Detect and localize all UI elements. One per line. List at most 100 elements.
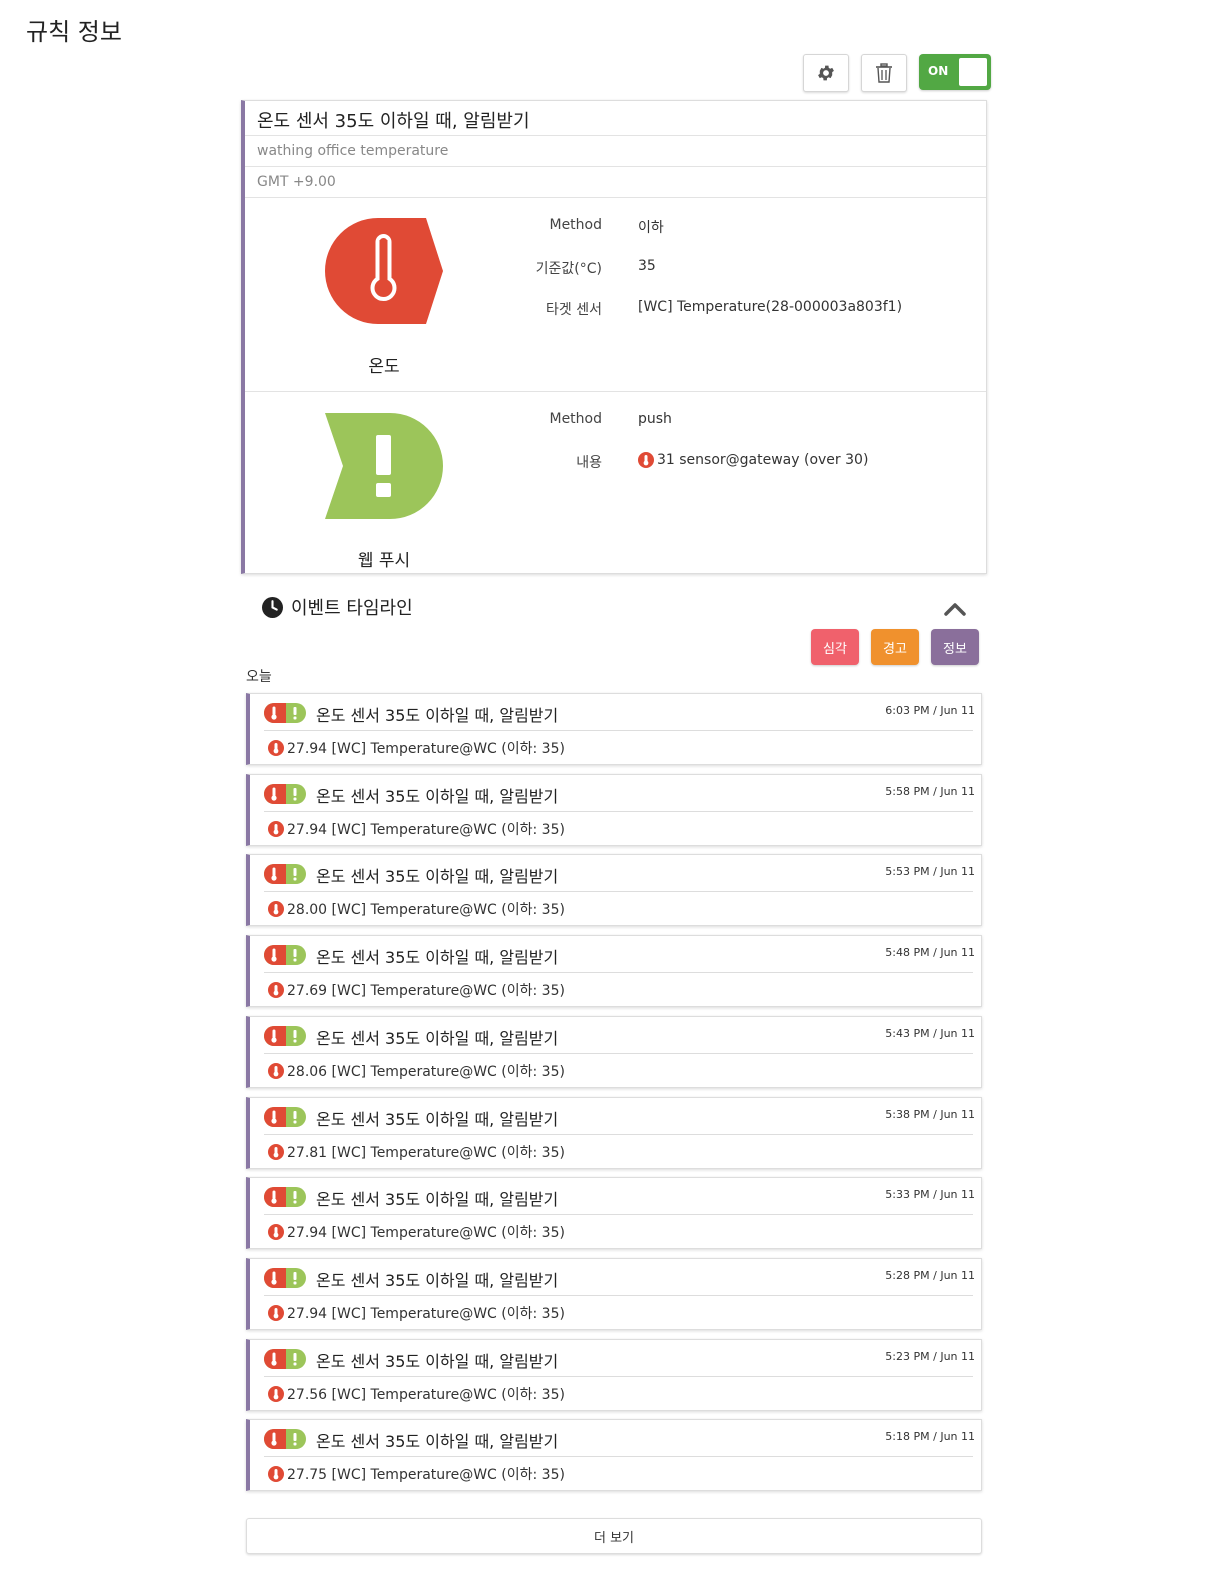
event-card[interactable]: 온도 센서 35도 이하일 때, 알림받기 5:58 PM / Jun 11 27.… <box>246 773 982 846</box>
condition-section: 온도 Method 이하 기준값(°C) 35 타겟 센서 [WC] Tempe… <box>245 198 986 392</box>
event-time: 6:03 PM / Jun 11 <box>885 704 975 717</box>
event-divider <box>264 972 973 974</box>
event-type-badges <box>264 1429 306 1450</box>
event-divider <box>264 730 973 731</box>
event-type-badges <box>264 1025 306 1046</box>
event-card[interactable]: 온도 센서 35도 이하일 때, 알림받기 5:18 PM / Jun 11 27.… <box>246 1419 982 1492</box>
event-message-row: 27.94 [WC] Temperature@WC (이하: 35) <box>268 738 565 758</box>
event-type-badges <box>264 945 306 966</box>
toggle-knob <box>959 58 987 86</box>
event-divider <box>264 1294 973 1296</box>
event-title: 온도 센서 35도 이하일 때, 알림받기 <box>316 1270 559 1290</box>
event-time: 5:18 PM / Jun 11 <box>885 1430 975 1444</box>
thermometer-small-icon <box>268 982 284 999</box>
rule-card: 온도 센서 35도 이하일 때, 알림받기 wathing office tem… <box>241 100 987 574</box>
prop-key: Method <box>549 411 602 427</box>
event-message-row: 27.81 [WC] Temperature@WC (이하: 35) <box>268 1142 565 1162</box>
event-card[interactable]: 온도 센서 35도 이하일 때, 알림받기 5:28 PM / Jun 11 27.… <box>246 1257 982 1330</box>
event-card[interactable]: 온도 센서 35도 이하일 때, 알림받기 5:43 PM / Jun 11 28.… <box>246 1015 982 1088</box>
event-message: 27.94 [WC] Temperature@WC (이하: 35) <box>287 821 565 838</box>
event-card[interactable]: 온도 센서 35도 이하일 때, 알림받기 5:53 PM / Jun 11 28.… <box>246 854 982 927</box>
thermometer-small-icon <box>268 1143 284 1160</box>
thermometer-small-icon <box>638 452 654 468</box>
event-message: 27.94 [WC] Temperature@WC (이하: 35) <box>287 741 565 757</box>
event-message-row: 27.94 [WC] Temperature@WC (이하: 35) <box>268 819 565 839</box>
event-divider <box>264 810 973 812</box>
event-message-row: 28.06 [WC] Temperature@WC (이하: 35) <box>268 1061 565 1081</box>
prop-value: [WC] Temperature(28-000003a803f1) <box>638 299 903 315</box>
chevron-up-icon[interactable] <box>943 600 967 618</box>
event-message-row: 27.75 [WC] Temperature@WC (이하: 35) <box>268 1464 565 1484</box>
timeline-header: 이벤트 타임라인 <box>262 594 413 620</box>
filter-warning-button[interactable]: 경고 <box>871 629 919 665</box>
prop-value: 31 sensor@gateway (over 30) <box>657 452 869 468</box>
event-card[interactable]: 온도 센서 35도 이하일 때, 알림받기 5:23 PM / Jun 11 27.… <box>246 1338 982 1411</box>
event-title: 온도 센서 35도 이하일 때, 알림받기 <box>316 1351 559 1371</box>
thermometer-small-icon <box>268 740 284 756</box>
load-more-button[interactable]: 더 보기 <box>246 1518 982 1554</box>
event-time: 5:43 PM / Jun 11 <box>885 1026 975 1040</box>
prop-key: 기준값(°C) <box>535 261 602 277</box>
event-time: 5:48 PM / Jun 11 <box>885 946 975 960</box>
event-card[interactable]: 온도 센서 35도 이하일 때, 알림받기 5:38 PM / Jun 11 27.… <box>246 1096 982 1169</box>
event-divider <box>264 1375 973 1377</box>
event-message-row: 27.94 [WC] Temperature@WC (이하: 35) <box>268 1303 565 1323</box>
prop-key: Method <box>549 217 602 233</box>
event-divider <box>264 1456 973 1458</box>
event-card[interactable]: 온도 센서 35도 이하일 때, 알림받기 5:33 PM / Jun 11 27.… <box>246 1177 982 1250</box>
event-divider <box>264 1214 973 1216</box>
filter-critical-button[interactable]: 심각 <box>811 629 859 665</box>
event-divider <box>264 891 973 893</box>
event-divider <box>264 1133 973 1135</box>
event-card[interactable]: 온도 센서 35도 이하일 때, 알림받기 6:03 PM / Jun 11 27.… <box>246 693 982 765</box>
event-message: 28.06 [WC] Temperature@WC (이하: 35) <box>287 1063 565 1080</box>
event-title: 온도 센서 35도 이하일 때, 알림받기 <box>316 1028 559 1048</box>
event-title: 온도 센서 35도 이하일 때, 알림받기 <box>316 1432 559 1452</box>
rule-enable-toggle[interactable]: ON <box>919 54 991 90</box>
thermometer-icon <box>325 218 443 324</box>
rule-name: 온도 센서 35도 이하일 때, 알림받기 <box>245 101 986 136</box>
event-title: 온도 센서 35도 이하일 때, 알림받기 <box>316 786 559 806</box>
event-type-badges <box>264 703 306 723</box>
settings-button[interactable] <box>803 54 849 92</box>
event-time: 5:28 PM / Jun 11 <box>885 1268 975 1282</box>
filter-info-button[interactable]: 정보 <box>931 629 979 665</box>
event-message-row: 27.56 [WC] Temperature@WC (이하: 35) <box>268 1384 565 1404</box>
thermometer-small-icon <box>268 1304 284 1321</box>
prop-key: 내용 <box>576 455 602 471</box>
thermometer-small-icon <box>268 1385 284 1402</box>
event-time: 5:33 PM / Jun 11 <box>885 1188 975 1202</box>
event-type-badges <box>264 783 306 804</box>
event-time: 5:53 PM / Jun 11 <box>885 865 975 879</box>
event-title: 온도 센서 35도 이하일 때, 알림받기 <box>316 706 559 725</box>
severity-filters: 심각 경고 정보 <box>811 629 979 665</box>
exclamation-icon <box>325 413 443 519</box>
event-time: 5:58 PM / Jun 11 <box>885 784 975 798</box>
event-message: 28.00 [WC] Temperature@WC (이하: 35) <box>287 902 565 919</box>
delete-button[interactable] <box>861 54 907 92</box>
clock-icon <box>262 596 283 618</box>
toggle-label: ON <box>928 64 949 78</box>
rule-toolbar: ON <box>803 54 991 92</box>
event-title: 온도 센서 35도 이하일 때, 알림받기 <box>316 867 559 887</box>
timeline-title: 이벤트 타임라인 <box>291 598 413 619</box>
gear-icon <box>818 65 834 81</box>
thermometer-small-icon <box>268 1466 284 1483</box>
event-title: 온도 센서 35도 이하일 때, 알림받기 <box>316 1190 559 1210</box>
event-message: 27.75 [WC] Temperature@WC (이하: 35) <box>287 1467 565 1484</box>
event-message: 27.94 [WC] Temperature@WC (이하: 35) <box>287 1225 565 1242</box>
event-divider <box>264 1052 973 1054</box>
prop-value: 이하 <box>638 220 664 236</box>
thermometer-small-icon <box>268 1062 284 1079</box>
prop-value: 35 <box>638 258 656 274</box>
event-type-badges <box>264 1348 306 1369</box>
thermometer-small-icon <box>268 820 284 837</box>
thermometer-small-icon <box>268 1224 284 1241</box>
action-section: 웹 푸시 Method push 내용 31 sensor@gateway (o… <box>245 392 986 572</box>
event-message-row: 27.94 [WC] Temperature@WC (이하: 35) <box>268 1222 565 1242</box>
event-time: 5:23 PM / Jun 11 <box>885 1349 975 1363</box>
prop-key: 타겟 센서 <box>546 302 602 318</box>
rule-timezone: GMT +9.00 <box>245 167 986 198</box>
event-card[interactable]: 온도 센서 35도 이하일 때, 알림받기 5:48 PM / Jun 11 27.… <box>246 935 982 1008</box>
event-type-badges <box>264 1106 306 1127</box>
